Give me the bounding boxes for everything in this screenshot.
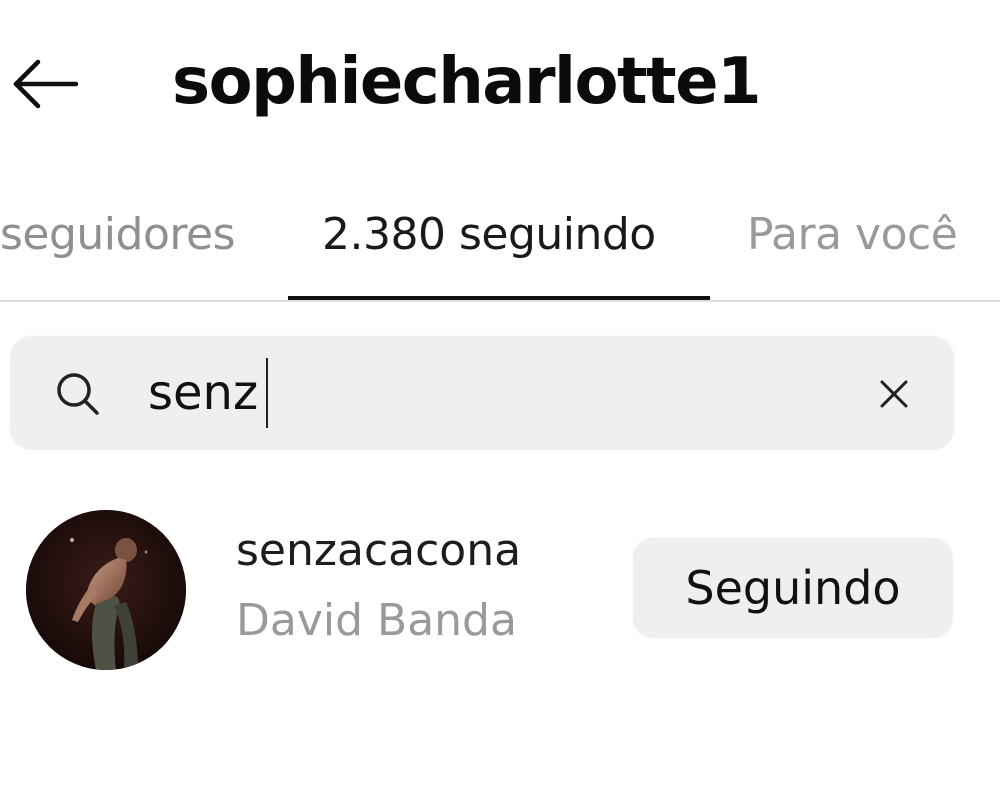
search-bar [10,336,954,450]
tabs-divider [0,300,1000,302]
tab-following[interactable]: 2.380 seguindo [322,190,656,280]
tab-for-you[interactable]: Para você [747,190,958,280]
search-icon [57,373,99,415]
following-button[interactable]: Seguindo [633,538,953,638]
arrow-left-icon [13,59,79,109]
result-full-name: David Banda [236,595,517,646]
avatar-photo [26,510,186,670]
tab-bar: seguidores 2.380 seguindo Para você [0,190,1000,302]
close-icon[interactable] [872,372,916,416]
search-input[interactable] [148,354,828,432]
back-button[interactable] [10,50,82,118]
list-item[interactable]: senzacacona David Banda Seguindo [0,500,1000,680]
profile-username: sophiecharlotte1 [172,45,762,119]
avatar[interactable] [26,510,186,670]
tab-followers[interactable]: seguidores [0,190,236,280]
result-username[interactable]: senzacacona [236,522,521,580]
text-cursor [266,358,268,428]
following-screen: sophiecharlotte1 seguidores 2.380 seguin… [0,0,1000,794]
